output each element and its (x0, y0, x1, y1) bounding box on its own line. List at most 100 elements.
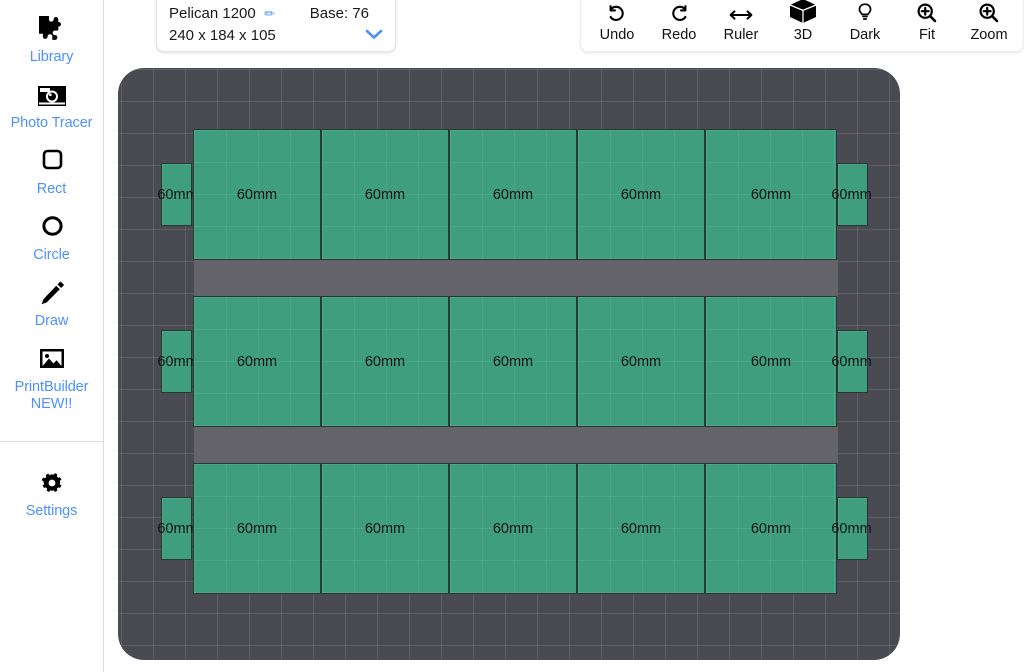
app-root: Library Photo Tracer Rect (0, 0, 1024, 672)
lightbulb-icon (855, 0, 875, 25)
model-selector-card[interactable]: Pelican 1200 ✏ Base: 76 240 x 184 x 105 (156, 0, 396, 52)
canvas-block-label: 60mm (237, 521, 277, 537)
model-card-top-row: Pelican 1200 ✏ Base: 76 (169, 5, 383, 23)
canvas-block-label: 60mm (157, 187, 197, 203)
canvas-block-label: 60mm (621, 521, 661, 537)
canvas-block[interactable]: 60mm (449, 463, 577, 594)
sidebar-item-rect[interactable]: Rect (0, 144, 104, 198)
canvas-block-label: 60mm (621, 187, 661, 203)
canvas-block[interactable]: 60mm (837, 330, 868, 393)
gear-icon (31, 466, 73, 500)
undo-arrow-icon (606, 0, 628, 25)
canvas-block[interactable]: 60mm (837, 163, 868, 226)
canvas-block-label: 60mm (751, 521, 791, 537)
canvas-block-label: 60mm (831, 521, 871, 537)
canvas-block-label: 60mm (237, 354, 277, 370)
canvas-block-label: 60mm (621, 354, 661, 370)
canvas-block[interactable]: 60mm (449, 129, 577, 260)
canvas-block[interactable]: 60mm (577, 463, 705, 594)
sidebar-item-draw[interactable]: Draw (0, 276, 104, 330)
model-name: Pelican 1200 (169, 5, 256, 22)
tool-label: Redo (662, 27, 697, 43)
tool-label: 3D (794, 27, 813, 43)
camera-icon (31, 78, 73, 112)
fit-button[interactable]: Fit (907, 0, 947, 43)
redo-arrow-icon (668, 0, 690, 25)
canvas-block-label: 60mm (237, 187, 277, 203)
canvas-block-label: 60mm (493, 521, 533, 537)
canvas-block-label: 60mm (831, 187, 871, 203)
cube-icon (788, 0, 818, 25)
canvas-block-label: 60mm (157, 354, 197, 370)
canvas-block[interactable]: 60mm (321, 296, 449, 427)
zoom-fit-icon (915, 0, 939, 25)
model-name-group: Pelican 1200 ✏ (169, 5, 275, 23)
canvas-block-label: 60mm (751, 354, 791, 370)
canvas-gap-band (194, 260, 838, 297)
sidebar-item-label: Settings (26, 503, 78, 520)
sidebar-item-label: Draw (35, 313, 68, 330)
canvas-block[interactable]: 60mm (193, 296, 321, 427)
layout-canvas[interactable]: 60mm60mm60mm60mm60mm60mm60mm60mm60mm60mm… (118, 68, 900, 660)
canvas-block[interactable]: 60mm (705, 296, 837, 427)
tool-label: Fit (919, 27, 935, 43)
tool-label: Undo (600, 27, 635, 43)
sidebar-item-library[interactable]: Library (0, 12, 104, 66)
canvas-block-label: 60mm (365, 187, 405, 203)
main-area: Pelican 1200 ✏ Base: 76 240 x 184 x 105 (104, 0, 1024, 672)
canvas-block[interactable]: 60mm (449, 296, 577, 427)
redo-button[interactable]: Redo (659, 0, 699, 43)
view-3d-button[interactable]: 3D (783, 0, 823, 43)
sidebar-item-label: Circle (33, 247, 69, 264)
canvas-gap-band (194, 427, 838, 464)
canvas-block-label: 60mm (365, 521, 405, 537)
undo-button[interactable]: Undo (597, 0, 637, 43)
canvas-block[interactable]: 60mm (193, 463, 321, 594)
sidebar-item-label: Rect (37, 181, 66, 198)
sidebar-item-label: Library (30, 49, 74, 66)
rounded-square-icon (31, 144, 73, 178)
dark-mode-button[interactable]: Dark (845, 0, 885, 43)
canvas-block[interactable]: 60mm (705, 463, 837, 594)
canvas-block-label: 60mm (157, 521, 197, 537)
double-arrow-icon (728, 0, 754, 25)
tool-label: Zoom (970, 27, 1007, 43)
canvas-block[interactable]: 60mm (193, 129, 321, 260)
top-toolbar: Undo Redo (580, 0, 1024, 52)
ruler-button[interactable]: Ruler (721, 0, 761, 43)
canvas-block-label: 60mm (365, 354, 405, 370)
zoom-in-icon (977, 0, 1001, 25)
model-card-bottom-row: 240 x 184 x 105 (169, 23, 383, 44)
tool-label: Ruler (724, 27, 759, 43)
sidebar-item-badge: NEW!! (31, 396, 72, 413)
sidebar-item-printbuilder[interactable]: PrintBuilder NEW!! (0, 342, 104, 413)
sidebar-item-settings[interactable]: Settings (0, 466, 104, 520)
canvas-block[interactable]: 60mm (577, 296, 705, 427)
canvas-block[interactable]: 60mm (321, 129, 449, 260)
zoom-button[interactable]: Zoom (969, 0, 1009, 43)
pencil-icon (31, 276, 73, 310)
chevron-down-icon[interactable] (365, 28, 383, 41)
canvas-block[interactable]: 60mm (705, 129, 837, 260)
sidebar-divider (0, 441, 104, 442)
model-dimensions: 240 x 184 x 105 (169, 27, 276, 44)
pencil-edit-icon[interactable]: ✏ (264, 6, 275, 21)
canvas-block-label: 60mm (493, 187, 533, 203)
sidebar: Library Photo Tracer Rect (0, 0, 104, 672)
circle-icon (31, 210, 73, 244)
sidebar-item-label: Photo Tracer (11, 115, 93, 132)
canvas-block-label: 60mm (493, 354, 533, 370)
canvas-block[interactable]: 60mm (321, 463, 449, 594)
tool-label: Dark (850, 27, 881, 43)
canvas-block[interactable]: 60mm (161, 497, 192, 560)
canvas-block[interactable]: 60mm (161, 330, 192, 393)
canvas-block-label: 60mm (831, 354, 871, 370)
image-icon (31, 342, 73, 376)
canvas-block[interactable]: 60mm (161, 163, 192, 226)
base-value: Base: 76 (310, 5, 383, 22)
sidebar-item-photo-tracer[interactable]: Photo Tracer (0, 78, 104, 132)
sidebar-item-circle[interactable]: Circle (0, 210, 104, 264)
canvas-block-label: 60mm (751, 187, 791, 203)
canvas-block[interactable]: 60mm (837, 497, 868, 560)
canvas-block[interactable]: 60mm (577, 129, 705, 260)
